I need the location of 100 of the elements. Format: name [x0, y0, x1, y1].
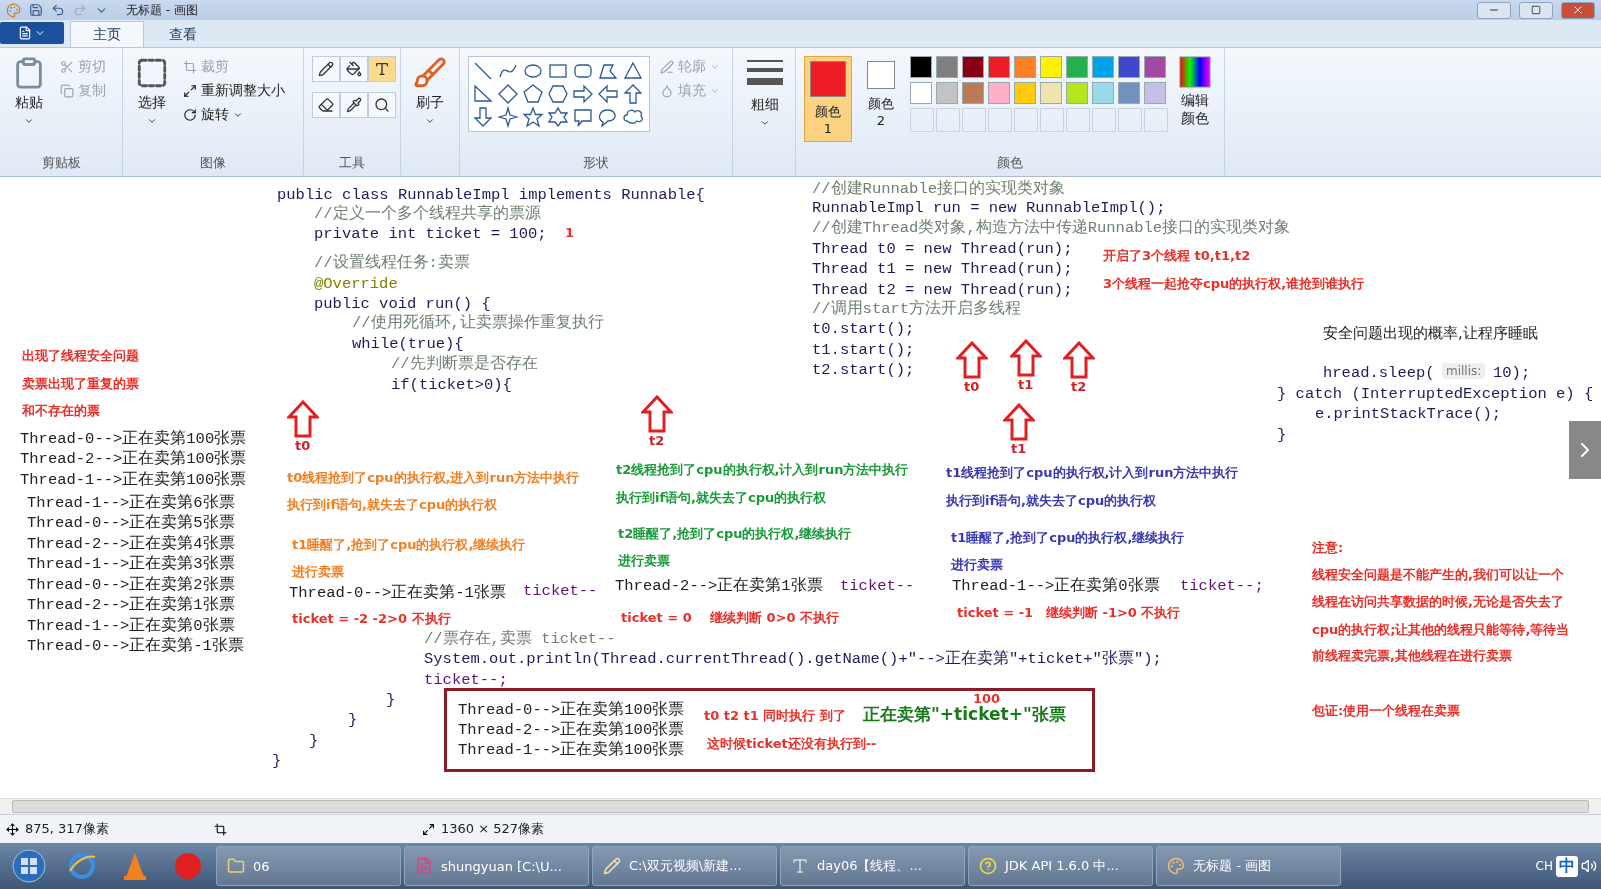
resize-button[interactable]: 重新调整大小 [181, 80, 287, 102]
size-button[interactable]: 粗细 [741, 56, 789, 128]
crop-icon [183, 60, 197, 74]
taskbar-button[interactable]: 无标题 - 画图 [1156, 846, 1341, 886]
five-point-star-icon[interactable] [522, 106, 544, 128]
six-point-star-icon[interactable] [547, 106, 569, 128]
palette-color[interactable] [910, 82, 932, 104]
letter-t-icon [374, 61, 390, 77]
taskbar-button[interactable]: JDK API 1.6.0 中... [968, 846, 1153, 886]
redo-icon [73, 3, 87, 17]
close-button[interactable] [1561, 1, 1595, 19]
select-button[interactable]: 选择 [131, 56, 173, 126]
left-arrow-shape-icon[interactable] [597, 83, 619, 105]
record-dot-icon[interactable] [173, 851, 203, 881]
color-select-button[interactable]: 颜色 1 [804, 56, 852, 142]
oval-callout-icon[interactable] [597, 106, 619, 128]
right-triangle-shape-icon[interactable] [472, 83, 494, 105]
palette-color[interactable] [1092, 56, 1114, 78]
magnifier-tool-button[interactable] [368, 92, 396, 118]
minimize-button[interactable] [1477, 1, 1511, 19]
ime-indicator[interactable]: 中 [1556, 855, 1578, 877]
letter-t-icon [791, 857, 809, 875]
brush-button[interactable]: 刷子 [409, 56, 451, 126]
four-point-star-icon[interactable] [497, 106, 519, 128]
rotate-button[interactable]: 旋转 [181, 104, 287, 126]
restore-button[interactable] [1519, 1, 1553, 19]
code-comment: //定义一个多个线程共享的票源 [314, 205, 541, 224]
color-select-button[interactable]: 颜色 2 [860, 56, 902, 142]
annotation-note: 和不存在的票 [22, 403, 100, 419]
diamond-shape-icon[interactable] [497, 83, 519, 105]
annotation-note: 这时候ticket还没有执行到-- [707, 736, 877, 752]
rectangle-callout-icon[interactable] [572, 106, 594, 128]
traffic-cone-icon[interactable] [122, 851, 148, 881]
taskbar-button[interactable]: C:\双元视频\新建... [592, 846, 777, 886]
square-icon [1531, 5, 1541, 15]
folder-icon [227, 857, 245, 875]
line-shape-icon[interactable] [472, 60, 494, 82]
triangle-shape-icon[interactable] [622, 60, 644, 82]
palette-color[interactable] [962, 56, 984, 78]
hexagon-shape-icon[interactable] [547, 83, 569, 105]
file-menu-button[interactable] [0, 22, 64, 44]
palette-color[interactable] [1040, 82, 1062, 104]
taskbar-button[interactable]: shungyuan [C:\U... [404, 846, 589, 886]
paint-bucket-tool-button[interactable] [340, 56, 368, 82]
arrow-label: t2 [1071, 379, 1087, 394]
down-arrow-shape-icon[interactable] [472, 106, 494, 128]
palette-color[interactable] [1014, 56, 1036, 78]
code-line: RunnableImpl run = new RunnableImpl(); [812, 199, 1166, 218]
annotation-note: 执行到if语句,就失去了cpu的执行权 [616, 490, 827, 506]
console-output: Thread-2-->正在卖第1张票 [27, 596, 235, 615]
undo-button[interactable] [51, 3, 65, 17]
browser-icon[interactable] [67, 851, 97, 881]
start-button[interactable] [11, 848, 47, 884]
palette-color[interactable] [936, 56, 958, 78]
up-arrow-shape-icon[interactable] [622, 83, 644, 105]
code-line: t0.start(); [812, 320, 915, 339]
paste-button[interactable]: 粘贴 [8, 56, 50, 126]
code-line: } [1277, 426, 1287, 445]
ribbon-tab[interactable]: 主页 [70, 21, 144, 47]
pencil-icon [318, 61, 334, 77]
annotation-note: 开启了3个线程 t0,t1,t2 [1103, 248, 1251, 264]
code-comment: //先判断票是否存在 [391, 355, 538, 374]
ribbon-tab[interactable]: 查看 [146, 21, 220, 47]
palette-color[interactable] [1066, 82, 1088, 104]
horizontal-scrollbar[interactable] [0, 798, 1601, 814]
code-line: Thread t2 = new Thread(run); [812, 281, 1073, 299]
palette-color[interactable] [1144, 82, 1166, 104]
pentagon-shape-icon[interactable] [522, 83, 544, 105]
language-indicator[interactable]: CH [1535, 859, 1553, 873]
palette-color[interactable] [1092, 82, 1114, 104]
code-line: public void run() { [314, 295, 491, 314]
right-arrow-shape-icon[interactable] [572, 83, 594, 105]
eraser-tool-button[interactable] [312, 92, 340, 118]
save-button[interactable] [29, 3, 43, 17]
palette-color[interactable] [1118, 82, 1140, 104]
palette-color[interactable] [910, 56, 932, 78]
console-output: Thread-1-->正在卖第6张票 [27, 494, 235, 513]
color-picker-tool-button[interactable] [340, 92, 368, 118]
console-output: Thread-1-->正在卖第0张票 [27, 617, 235, 636]
pencil-tool-button[interactable] [312, 56, 340, 82]
edit-colors-button[interactable]: 编辑颜色 [1174, 56, 1216, 128]
palette-color[interactable] [1014, 82, 1036, 104]
taskbar-button[interactable]: day06【线程、... [780, 846, 965, 886]
console-output: Thread-0-->正在卖第100张票 [20, 430, 247, 449]
palette-color[interactable] [988, 82, 1010, 104]
palette-color[interactable] [962, 82, 984, 104]
annotation-note: 卖票出现了重复的票 [22, 376, 139, 392]
annotation-note: t0线程抢到了cpu的执行权,进入到run方法中执行 [287, 470, 580, 486]
palette-color[interactable] [1118, 56, 1140, 78]
palette-color[interactable] [988, 56, 1010, 78]
taskbar-button[interactable]: 06 [216, 846, 401, 886]
pen-icon [660, 60, 674, 74]
volume-icon[interactable] [1581, 858, 1597, 874]
palette-color[interactable] [936, 82, 958, 104]
drawing-canvas[interactable] [0, 177, 1601, 798]
text-tool-tool-button[interactable] [368, 56, 396, 82]
next-page-button[interactable] [1569, 421, 1601, 479]
palette-color[interactable] [1066, 56, 1088, 78]
palette-color[interactable] [1144, 56, 1166, 78]
palette-color[interactable] [1040, 56, 1062, 78]
